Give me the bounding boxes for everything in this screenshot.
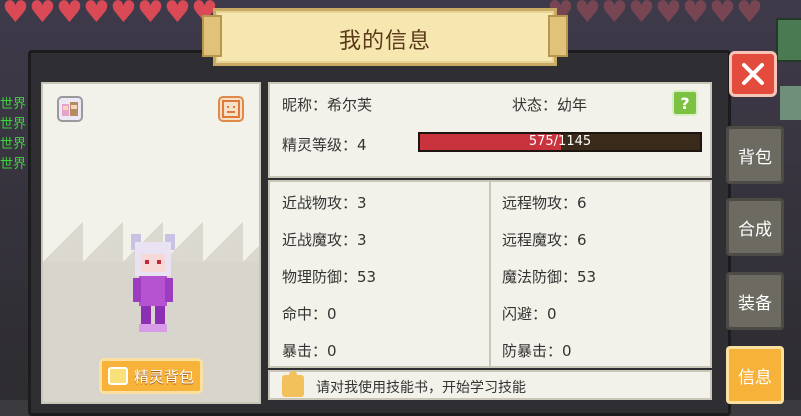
xp-bar: 575/1145 xyxy=(418,132,702,152)
tab-label: 信息 xyxy=(738,367,772,388)
tab-label: 装备 xyxy=(738,293,772,314)
help-button[interactable]: ? xyxy=(672,90,698,116)
heart-icon xyxy=(81,0,110,28)
heart-icon xyxy=(734,0,763,28)
stat-magic-defense: 魔法防御：53 xyxy=(502,268,597,286)
chat-line: 世界 xyxy=(0,117,27,132)
stat-melee-magic: 近战魔攻：3 xyxy=(282,231,367,249)
heart-icon xyxy=(626,0,655,28)
status: 状态：幼年 xyxy=(512,96,588,114)
stat-dodge: 闪避：0 xyxy=(502,305,557,323)
heart-icon xyxy=(108,0,137,28)
title-banner: 我的信息 xyxy=(202,8,568,66)
pet-bag-button[interactable]: 精灵背包 xyxy=(99,358,203,394)
social-icon[interactable] xyxy=(57,96,83,122)
heart-icon xyxy=(135,0,164,28)
stat-accuracy: 命中：0 xyxy=(282,305,337,323)
pet-character[interactable] xyxy=(127,232,179,334)
stat-critical: 暴击：0 xyxy=(282,342,337,360)
heart-icon xyxy=(27,0,56,28)
xp-text: 575/1145 xyxy=(528,134,592,149)
tab-info[interactable]: 信息 xyxy=(726,346,784,404)
hunger-hearts xyxy=(545,0,763,28)
heart-icon xyxy=(162,0,191,28)
heart-icon xyxy=(707,0,736,28)
chat-line: 世界 xyxy=(0,157,27,172)
pet-bag-label: 精灵背包 xyxy=(133,367,194,386)
stat-anti-critical: 防暴击：0 xyxy=(502,342,572,360)
heart-icon xyxy=(680,0,709,28)
profile-section: 昵称：希尔芙 状态：幼年 ? 精灵等级：4 575/1145 xyxy=(268,82,712,178)
emote-icon[interactable] xyxy=(218,96,244,122)
close-button[interactable] xyxy=(729,51,777,97)
tab-label: 背包 xyxy=(738,147,772,168)
stats-grid: 近战物攻：3 近战魔攻：3 物理防御：53 命中：0 暴击：0 远程物攻：6 远… xyxy=(268,180,712,368)
heart-icon xyxy=(599,0,628,28)
heart-icon xyxy=(54,0,83,28)
nickname: 昵称：希尔芙 xyxy=(282,96,373,114)
bag-icon xyxy=(107,367,128,385)
page-title: 我的信息 xyxy=(338,29,431,54)
tab-label: 合成 xyxy=(738,219,772,240)
heart-icon xyxy=(572,0,601,28)
stat-physical-defense: 物理防御：53 xyxy=(282,268,377,286)
tab-backpack[interactable]: 背包 xyxy=(726,126,784,184)
stat-ranged-physical: 远程物攻：6 xyxy=(502,194,587,212)
tab-equipment[interactable]: 装备 xyxy=(726,272,784,330)
heart-icon xyxy=(653,0,682,28)
chat-line: 世界 xyxy=(0,137,27,152)
side-widget xyxy=(780,86,801,120)
pet-level: 精灵等级：4 xyxy=(282,136,367,154)
world-chat: 世界 世界 世界 世界 xyxy=(0,95,26,175)
stat-melee-physical: 近战物攻：3 xyxy=(282,194,367,212)
tab-crafting[interactable]: 合成 xyxy=(726,198,784,256)
chat-line: 世界 xyxy=(0,97,27,112)
map-widget xyxy=(776,18,801,62)
character-card: 精灵背包 xyxy=(41,82,261,404)
skill-tip: 请对我使用技能书，开始学习技能 xyxy=(268,370,712,400)
question-icon: ? xyxy=(680,93,690,113)
close-icon xyxy=(742,63,764,85)
puzzle-icon xyxy=(282,371,304,397)
stats-divider xyxy=(489,182,491,366)
stat-ranged-magic: 远程魔攻：6 xyxy=(502,231,587,249)
skill-tip-text: 请对我使用技能书，开始学习技能 xyxy=(316,380,526,396)
heart-icon xyxy=(0,0,29,28)
health-hearts xyxy=(0,0,218,32)
